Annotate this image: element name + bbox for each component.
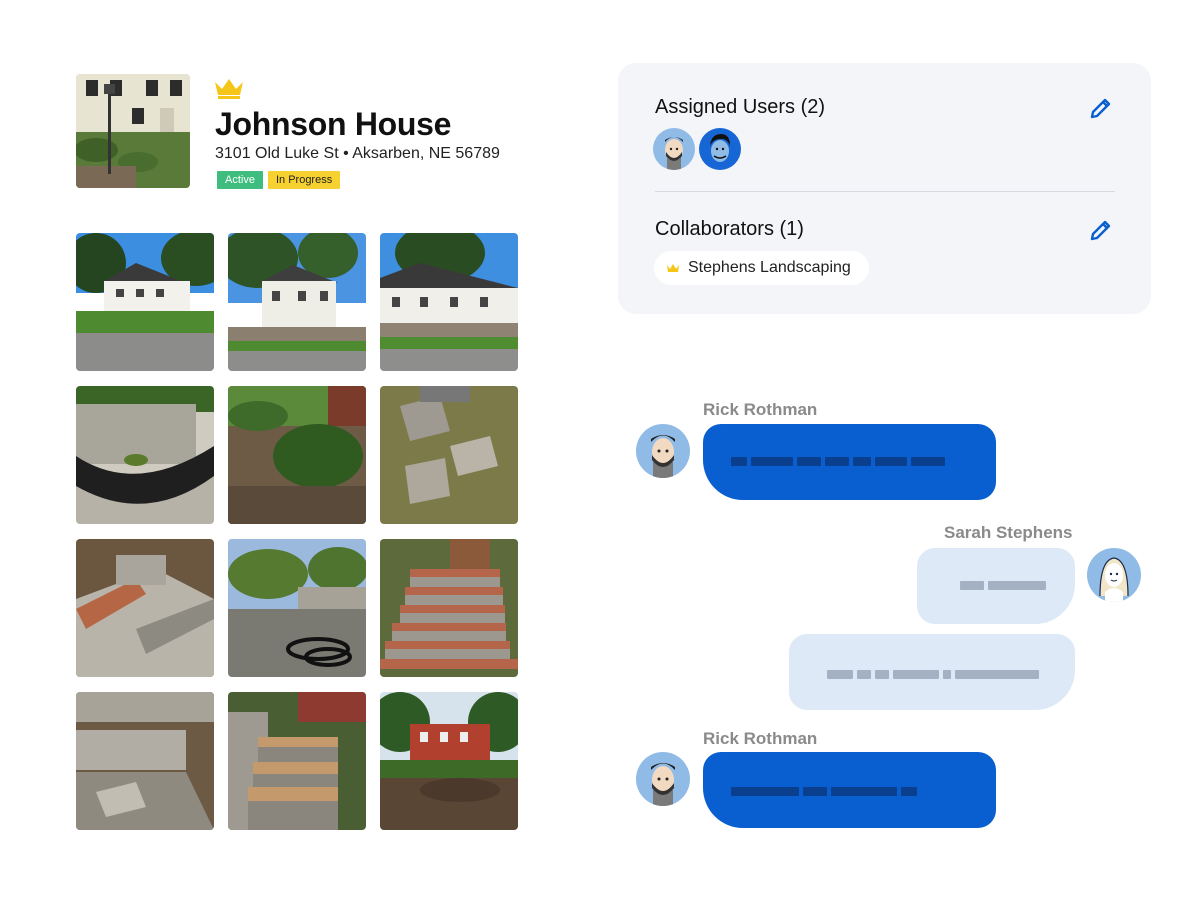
photo-tile[interactable] xyxy=(76,233,214,371)
photo-tile[interactable] xyxy=(228,233,366,371)
pencil-icon[interactable] xyxy=(1088,95,1114,121)
status-badges: Active In Progress xyxy=(217,171,341,189)
project-address: 3101 Old Luke St • Aksarben, NE 56789 xyxy=(215,145,500,162)
avatar[interactable] xyxy=(636,424,690,478)
divider xyxy=(655,191,1115,192)
assigned-users-title: Assigned Users (2) xyxy=(655,96,826,118)
message-bubble xyxy=(703,424,996,500)
project-thumbnail[interactable] xyxy=(76,74,190,188)
photo-grid xyxy=(76,233,518,830)
photo-tile[interactable] xyxy=(380,233,518,371)
pencil-icon[interactable] xyxy=(1088,217,1114,243)
message-bubble xyxy=(703,752,996,828)
message-sender-name: Rick Rothman xyxy=(703,729,818,748)
message-bubble xyxy=(789,634,1075,710)
crown-icon xyxy=(215,79,243,99)
avatar[interactable] xyxy=(653,128,695,170)
photo-tile[interactable] xyxy=(228,692,366,830)
collaborators-title: Collaborators (1) xyxy=(655,218,804,240)
message-bubble xyxy=(917,548,1075,624)
photo-tile[interactable] xyxy=(380,386,518,524)
photo-tile[interactable] xyxy=(380,539,518,677)
message-sender-name: Rick Rothman xyxy=(703,400,818,419)
photo-tile[interactable] xyxy=(76,692,214,830)
collaborator-chip[interactable]: Stephens Landscaping xyxy=(654,251,869,285)
message-sender-name: Sarah Stephens xyxy=(944,523,1073,542)
photo-tile[interactable] xyxy=(380,692,518,830)
photo-tile[interactable] xyxy=(228,539,366,677)
photo-tile[interactable] xyxy=(76,386,214,524)
status-badge-in-progress: In Progress xyxy=(267,171,341,189)
assigned-users-avatars xyxy=(653,128,741,170)
status-badge-active: Active xyxy=(217,171,263,189)
project-title: Johnson House xyxy=(215,106,452,142)
crown-icon xyxy=(667,263,679,272)
avatar[interactable] xyxy=(636,752,690,806)
collaborator-name: Stephens Landscaping xyxy=(688,259,851,276)
avatar[interactable] xyxy=(1087,548,1141,602)
avatar[interactable] xyxy=(699,128,741,170)
team-card: Assigned Users (2) Collaborators (1) Ste… xyxy=(618,63,1151,314)
photo-tile[interactable] xyxy=(76,539,214,677)
photo-tile[interactable] xyxy=(228,386,366,524)
